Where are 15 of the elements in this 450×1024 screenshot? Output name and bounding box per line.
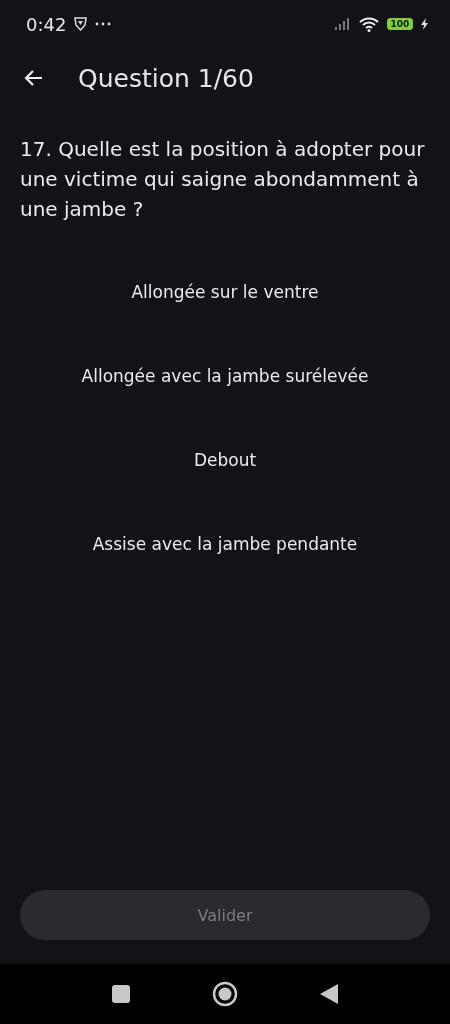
shield-icon [74, 17, 88, 31]
more-icon [95, 22, 112, 26]
screen-title: Question 1/60 [78, 63, 254, 93]
answer-option[interactable]: Assise avec la jambe pendante [76, 502, 374, 586]
charging-icon [421, 18, 428, 30]
question-text: 17. Quelle est la position à adopter pour une victime qui saigne abondamment à une jambe ? [20, 136, 426, 223]
answer-option[interactable]: Allongée sur le ventre [115, 250, 335, 334]
battery-indicator: 100 [387, 18, 413, 30]
signal-icon [335, 18, 351, 30]
wifi-icon [359, 16, 379, 32]
answer-option[interactable]: Debout [177, 418, 273, 502]
status-time: 0:42 [26, 13, 67, 35]
answer-option[interactable]: Allongée avec la jambe surélevée [65, 334, 385, 418]
home-icon[interactable] [212, 981, 238, 1007]
back-nav-icon[interactable] [320, 984, 338, 1004]
